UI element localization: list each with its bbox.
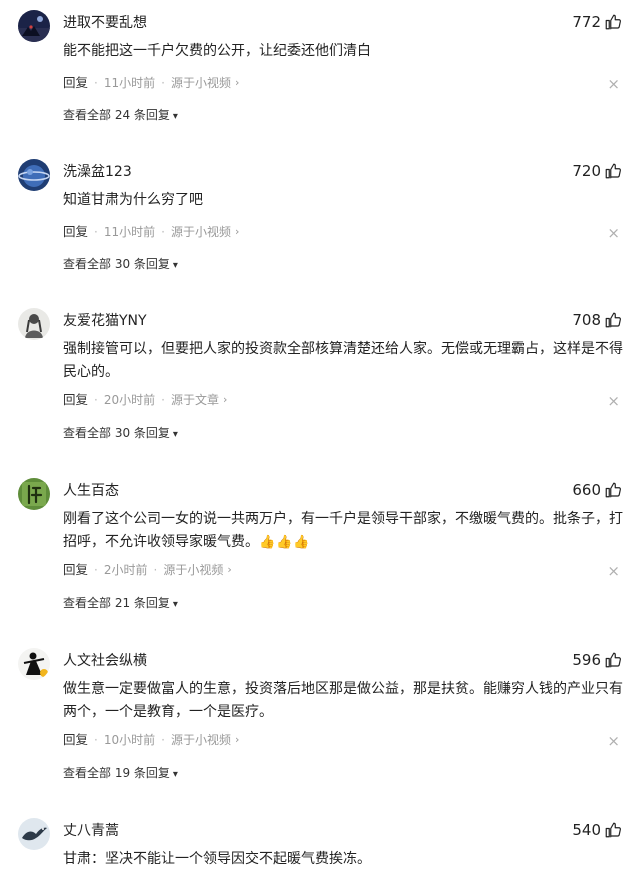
- like-button[interactable]: 660: [572, 480, 622, 500]
- avatar[interactable]: [18, 308, 50, 340]
- view-all-replies-button[interactable]: 查看全部 21 条回复 ▾: [63, 595, 178, 613]
- username[interactable]: 人生百态: [63, 482, 119, 500]
- view-all-replies-button[interactable]: 查看全部 30 条回复 ▾: [63, 256, 178, 274]
- reply-button[interactable]: 回复: [63, 392, 88, 408]
- comment-meta: 回复 · 2小时前 · 源于小视频 ›: [63, 562, 232, 578]
- thumbs-up-icon: [605, 163, 621, 179]
- separator-dot: ·: [161, 76, 165, 90]
- separator-dot: ·: [161, 393, 165, 407]
- separator-dot: ·: [161, 733, 165, 747]
- close-icon[interactable]: ×: [607, 393, 620, 409]
- chevron-down-icon: ▾: [172, 260, 178, 271]
- reply-button[interactable]: 回复: [63, 562, 88, 578]
- view-all-replies-button[interactable]: 查看全部 24 条回复 ▾: [63, 107, 178, 125]
- username[interactable]: 洗澡盆123: [63, 163, 132, 181]
- source-link[interactable]: 源于小视频: [171, 732, 231, 748]
- thumbs-up-emoji: 👍👍👍: [259, 535, 311, 550]
- chevron-right-icon: ›: [234, 225, 240, 238]
- like-count: 596: [572, 651, 601, 669]
- comment-text: 知道甘肃为什么穷了吧: [63, 192, 203, 208]
- comment-text: 强制接管可以，但要把人家的投资款全部核算清楚还给人家。无偿或无理霸占，这样是不得…: [63, 341, 623, 380]
- avatar-person-image: [18, 308, 50, 340]
- view-all-replies-button[interactable]: 查看全部 19 条回复 ▾: [63, 765, 178, 783]
- comment-list: 进取不要乱想 772 能不能把这一千户欠费的公开，让纪委还他们清白 回复 · 1…: [0, 0, 640, 872]
- separator-dot: ·: [94, 76, 98, 90]
- thumbs-up-icon: [605, 822, 621, 838]
- separator-dot: ·: [94, 563, 98, 577]
- separator-dot: ·: [153, 563, 158, 577]
- like-button[interactable]: 720: [572, 161, 622, 181]
- like-button[interactable]: 708: [572, 310, 622, 330]
- chevron-right-icon: ›: [222, 393, 228, 406]
- timestamp: 11小时前: [103, 225, 156, 239]
- separator-dot: ·: [161, 225, 165, 239]
- source-link[interactable]: 源于小视频: [171, 75, 231, 91]
- thumbs-up-icon: [605, 312, 621, 328]
- timestamp: 20小时前: [103, 393, 156, 407]
- avatar[interactable]: [18, 478, 50, 510]
- close-icon[interactable]: ×: [607, 563, 620, 579]
- timestamp: 11小时前: [103, 76, 156, 90]
- separator-dot: ·: [94, 733, 98, 747]
- source-link[interactable]: 源于小视频: [163, 562, 223, 578]
- username[interactable]: 人文社会纵横: [63, 652, 147, 670]
- like-button[interactable]: 540: [572, 820, 622, 840]
- chevron-down-icon: ▾: [172, 429, 178, 440]
- comment-meta: 回复 · 10小时前 · 源于小视频 ›: [63, 732, 239, 748]
- avatar-night-sky-image: [18, 10, 50, 42]
- source-link[interactable]: 源于文章: [171, 392, 219, 408]
- username[interactable]: 友爱花猫YNY: [63, 312, 147, 330]
- chevron-down-icon: ▾: [172, 599, 178, 610]
- separator-dot: ·: [94, 225, 98, 239]
- comment-meta: 回复 · 11小时前 · 源于小视频 ›: [63, 224, 239, 240]
- avatar-ink-figure-image: [18, 648, 50, 680]
- reply-button[interactable]: 回复: [63, 224, 88, 240]
- avatar-bird-image: [18, 818, 50, 850]
- comment-text: 做生意一定要做富人的生意，投资落后地区那是做公益，那是扶贫。能赚穷人钱的产业只有…: [63, 681, 623, 720]
- timestamp: 10小时前: [103, 733, 156, 747]
- like-count: 772: [572, 13, 601, 31]
- like-count: 720: [572, 162, 601, 180]
- source-link[interactable]: 源于小视频: [171, 224, 231, 240]
- separator-dot: ·: [94, 393, 98, 407]
- username[interactable]: 进取不要乱想: [63, 14, 147, 32]
- chevron-down-icon: ▾: [172, 769, 178, 780]
- close-icon[interactable]: ×: [607, 76, 620, 92]
- comment-text: 能不能把这一千户欠费的公开，让纪委还他们清白: [63, 43, 371, 59]
- timestamp: 2小时前: [103, 563, 148, 577]
- like-count: 708: [572, 311, 601, 329]
- avatar-calligraphy-image: [18, 478, 50, 510]
- comment-meta: 回复 · 20小时前 · 源于文章 ›: [63, 392, 227, 408]
- close-icon[interactable]: ×: [607, 225, 620, 241]
- like-count: 660: [572, 481, 601, 499]
- chevron-right-icon: ›: [234, 76, 240, 89]
- avatar[interactable]: [18, 648, 50, 680]
- avatar-planet-image: [18, 159, 50, 191]
- comment-meta: 回复 · 11小时前 · 源于小视频 ›: [63, 75, 239, 91]
- chevron-right-icon: ›: [234, 733, 240, 746]
- thumbs-up-icon: [605, 14, 621, 30]
- avatar[interactable]: [18, 10, 50, 42]
- avatar[interactable]: [18, 159, 50, 191]
- like-count: 540: [572, 821, 601, 839]
- reply-button[interactable]: 回复: [63, 732, 88, 748]
- like-button[interactable]: 772: [572, 12, 622, 32]
- username[interactable]: 丈八青蒿: [63, 822, 119, 840]
- close-icon[interactable]: ×: [607, 733, 620, 749]
- like-button[interactable]: 596: [572, 650, 622, 670]
- thumbs-up-icon: [605, 652, 621, 668]
- reply-button[interactable]: 回复: [63, 75, 88, 91]
- view-all-replies-button[interactable]: 查看全部 30 条回复 ▾: [63, 425, 178, 443]
- comment-text: 刚看了这个公司一女的说一共两万户，有一千户是领导干部家，不缴暖气费的。批条子，打…: [63, 511, 623, 550]
- chevron-right-icon: ›: [227, 563, 232, 576]
- avatar[interactable]: [18, 818, 50, 850]
- thumbs-up-icon: [605, 482, 621, 498]
- comment-text: 甘肃：坚决不能让一个领导因交不起暖气费挨冻。: [63, 851, 371, 867]
- chevron-down-icon: ▾: [172, 111, 178, 122]
